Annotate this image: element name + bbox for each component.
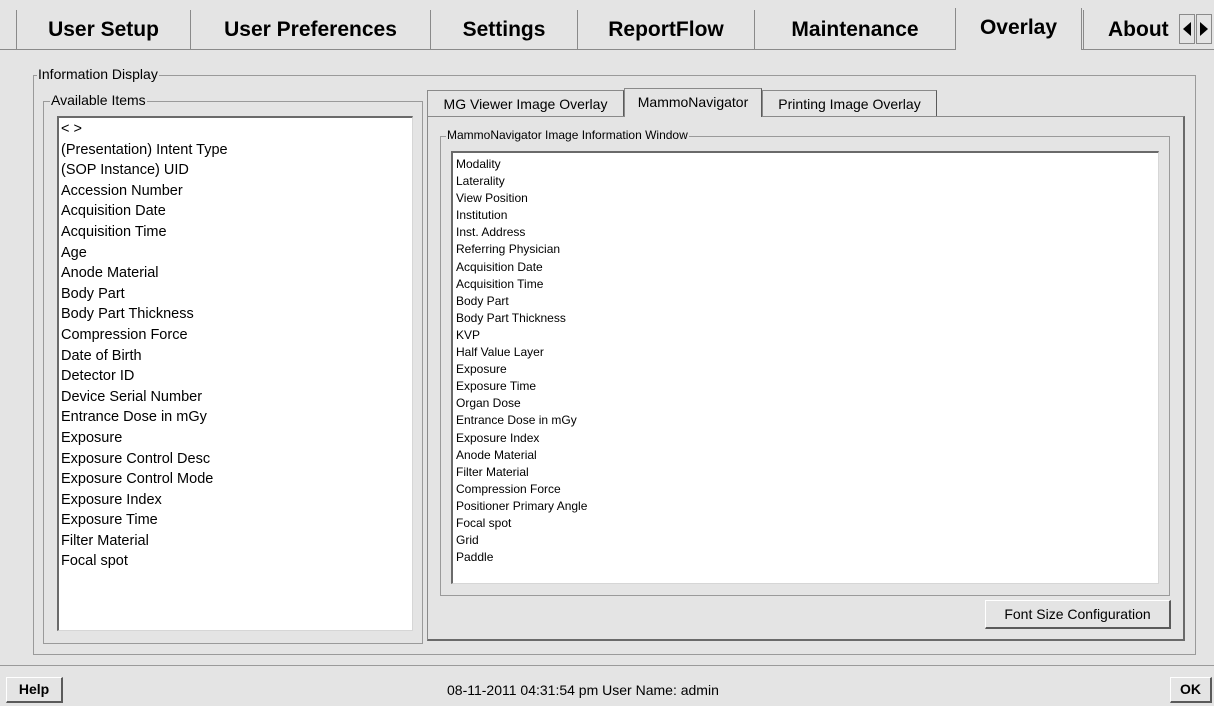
- list-item[interactable]: Body Part: [456, 293, 587, 310]
- arrow-right-icon: [1200, 22, 1208, 36]
- mammonavigator-items-list[interactable]: Modality Laterality View Position Instituti…: [451, 151, 1159, 584]
- tab-scroll-right-button[interactable]: [1196, 14, 1212, 44]
- list-item[interactable]: Focal spot: [61, 551, 228, 572]
- list-item[interactable]: Body Part Thickness: [456, 310, 587, 327]
- list-item[interactable]: Referring Physician: [456, 241, 587, 258]
- list-item[interactable]: < >: [61, 119, 228, 140]
- tab-settings[interactable]: Settings: [430, 10, 577, 50]
- status-text: 08-11-2011 04:31:54 pm User Name: admin: [447, 682, 719, 698]
- list-item[interactable]: KVP: [456, 327, 587, 344]
- list-item[interactable]: Body Part Thickness: [61, 304, 228, 325]
- tab-user-preferences[interactable]: User Preferences: [190, 10, 430, 50]
- list-item[interactable]: Entrance Dose in mGy: [456, 412, 587, 429]
- tab-printing-image-overlay[interactable]: Printing Image Overlay: [762, 90, 937, 116]
- available-items-entries: < > (Presentation) Intent Type (SOP Instan…: [61, 119, 228, 572]
- list-item[interactable]: Exposure Index: [456, 430, 587, 447]
- tab-user-setup[interactable]: User Setup: [16, 10, 190, 50]
- list-item[interactable]: Acquisition Time: [61, 222, 228, 243]
- list-item[interactable]: Filter Material: [456, 464, 587, 481]
- list-item[interactable]: Exposure Control Desc: [61, 449, 228, 470]
- list-item[interactable]: Laterality: [456, 173, 587, 190]
- list-item[interactable]: Focal spot: [456, 515, 587, 532]
- available-items-list[interactable]: < > (Presentation) Intent Type (SOP Instan…: [57, 116, 413, 631]
- list-item[interactable]: Anode Material: [61, 263, 228, 284]
- list-item[interactable]: Organ Dose: [456, 395, 587, 412]
- help-button[interactable]: Help: [6, 677, 63, 703]
- tab-scroll-left-button[interactable]: [1179, 14, 1195, 44]
- list-item[interactable]: Body Part: [61, 284, 228, 305]
- tab-reportflow[interactable]: ReportFlow: [577, 10, 754, 50]
- list-item[interactable]: Acquisition Time: [456, 276, 587, 293]
- list-item[interactable]: Exposure Control Mode: [61, 469, 228, 490]
- list-item[interactable]: (SOP Instance) UID: [61, 160, 228, 181]
- list-item[interactable]: Positioner Primary Angle: [456, 498, 587, 515]
- list-item[interactable]: Half Value Layer: [456, 344, 587, 361]
- mammonavigator-entries: Modality Laterality View Position Instituti…: [456, 156, 587, 566]
- list-item[interactable]: View Position: [456, 190, 587, 207]
- list-item[interactable]: Grid: [456, 532, 587, 549]
- list-item[interactable]: Exposure Time: [61, 510, 228, 531]
- list-item[interactable]: Date of Birth: [61, 346, 228, 367]
- list-item[interactable]: Filter Material: [61, 531, 228, 552]
- font-size-configuration-button[interactable]: Font Size Configuration: [985, 600, 1171, 629]
- tab-maintenance[interactable]: Maintenance: [754, 10, 955, 50]
- tab-mammonavigator[interactable]: MammoNavigator: [624, 88, 762, 117]
- list-item[interactable]: Exposure: [456, 361, 587, 378]
- list-item[interactable]: Acquisition Date: [456, 259, 587, 276]
- list-item[interactable]: Exposure Time: [456, 378, 587, 395]
- available-items-legend: Available Items: [50, 92, 147, 108]
- tab-about[interactable]: About: [1083, 10, 1181, 50]
- arrow-left-icon: [1183, 22, 1191, 36]
- ok-button[interactable]: OK: [1170, 677, 1212, 703]
- list-item[interactable]: Compression Force: [61, 325, 228, 346]
- list-item[interactable]: Age: [61, 243, 228, 264]
- list-item[interactable]: (Presentation) Intent Type: [61, 140, 228, 161]
- list-item[interactable]: Device Serial Number: [61, 387, 228, 408]
- list-item[interactable]: Exposure Index: [61, 490, 228, 511]
- list-item[interactable]: Compression Force: [456, 481, 587, 498]
- list-item[interactable]: Detector ID: [61, 366, 228, 387]
- list-item[interactable]: Acquisition Date: [61, 201, 228, 222]
- list-item[interactable]: Anode Material: [456, 447, 587, 464]
- footer-divider: [0, 665, 1214, 666]
- list-item[interactable]: Paddle: [456, 549, 587, 566]
- tab-overlay[interactable]: Overlay: [955, 8, 1082, 50]
- information-display-legend: Information Display: [37, 66, 159, 82]
- list-item[interactable]: Accession Number: [61, 181, 228, 202]
- list-item[interactable]: Entrance Dose in mGy: [61, 407, 228, 428]
- tab-mg-viewer-image-overlay[interactable]: MG Viewer Image Overlay: [427, 90, 624, 116]
- mammonavigator-info-legend: MammoNavigator Image Information Window: [446, 128, 689, 142]
- top-tab-bar: User Setup User Preferences Settings Rep…: [0, 0, 1214, 50]
- list-item[interactable]: Exposure: [61, 428, 228, 449]
- list-item[interactable]: Institution: [456, 207, 587, 224]
- list-item[interactable]: Inst. Address: [456, 224, 587, 241]
- list-item[interactable]: Modality: [456, 156, 587, 173]
